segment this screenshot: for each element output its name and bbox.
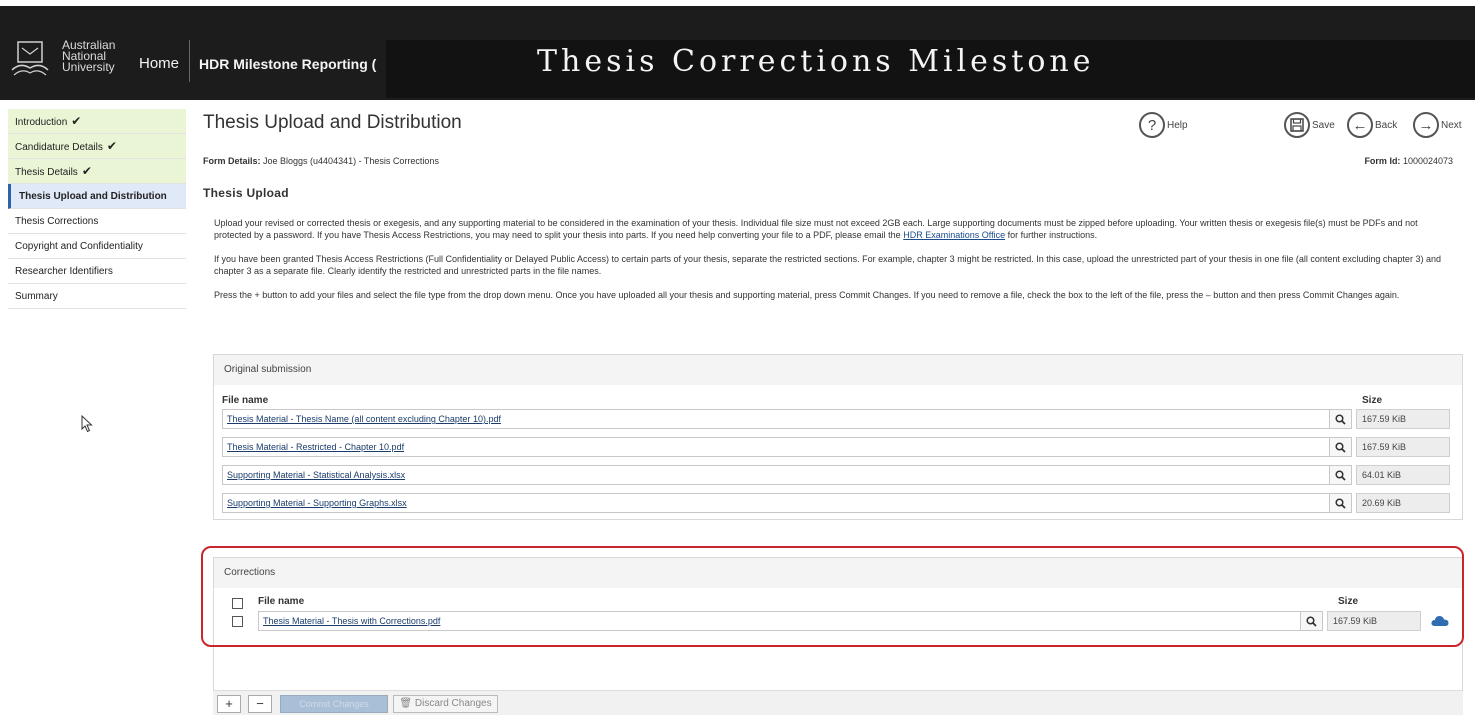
sidebar-item-researcher-identifiers[interactable]: Researcher Identifiers <box>8 259 186 284</box>
sidebar-item-label: Introduction <box>15 117 68 128</box>
sidebar-item-introduction[interactable]: Introduction ✔ <box>8 109 186 134</box>
arrow-left-icon: ← <box>1347 112 1373 138</box>
original-submission-heading: Original submission <box>214 355 1462 385</box>
instructions-paragraph-1: Upload your revised or corrected thesis … <box>214 217 1454 241</box>
panel-heading-text: Original submission <box>224 364 312 375</box>
remove-file-button[interactable]: − <box>248 695 272 713</box>
nav-home-link[interactable]: Home <box>139 55 179 72</box>
para1-text-end: for further instructions. <box>1005 230 1098 240</box>
sidebar-item-summary[interactable]: Summary <box>8 284 186 309</box>
file-size-field: 20.69 KiB <box>1356 493 1450 513</box>
page: Australian National University Home HDR … <box>0 0 1475 715</box>
commit-changes-label: Commit Changes <box>299 699 369 709</box>
sidebar-item-thesis-details[interactable]: Thesis Details ✔ <box>8 159 186 184</box>
mouse-pointer-icon <box>81 415 93 433</box>
original-submission-panel: Original submission File name Size Thesi… <box>213 354 1463 520</box>
sidebar-item-label: Thesis Upload and Distribution <box>19 191 167 202</box>
form-id-label: Form Id: <box>1364 156 1401 166</box>
help-button[interactable]: ? Help <box>1139 110 1188 140</box>
discard-changes-label: Discard Changes <box>414 698 492 709</box>
file-size-field: 64.01 KiB <box>1356 465 1450 485</box>
checkmark-icon: ✔ <box>106 139 117 153</box>
sidebar-item-candidature-details[interactable]: Candidature Details ✔ <box>8 134 186 159</box>
back-button[interactable]: ← Back <box>1347 110 1397 140</box>
logo-line: University <box>62 60 115 74</box>
sidebar-item-label: Copyright and Confidentiality <box>15 241 143 252</box>
file-name-field[interactable]: Thesis Material - Restricted - Chapter 1… <box>222 437 1330 457</box>
file-name-column-header: File name <box>222 395 269 406</box>
instructions-paragraph-3: Press the + button to add your files and… <box>214 290 1400 300</box>
next-label: Next <box>1441 119 1462 131</box>
corrections-highlight <box>201 546 1464 647</box>
magnifier-icon <box>1335 469 1346 481</box>
next-button[interactable]: → Next <box>1413 110 1462 140</box>
file-row: Thesis Material - Thesis Name (all conte… <box>222 409 1450 429</box>
sidebar-item-label: Candidature Details <box>15 142 103 153</box>
instructions-paragraph-2: If you have been granted Thesis Access R… <box>214 254 1441 276</box>
page-banner-title: Thesis Corrections Milestone <box>537 44 1095 79</box>
nav-divider <box>189 40 190 82</box>
view-file-button[interactable] <box>1330 465 1352 485</box>
file-name-field[interactable]: Supporting Material - Statistical Analys… <box>222 465 1330 485</box>
nav-hdr-milestone-link[interactable]: HDR Milestone Reporting ( <box>199 56 376 72</box>
commit-changes-button[interactable]: Commit Changes <box>280 695 388 713</box>
trash-icon: 🗑 <box>399 698 413 709</box>
form-id-value: 1000024073 <box>1400 156 1453 166</box>
view-file-button[interactable] <box>1330 437 1352 457</box>
university-logo[interactable]: Australian National University <box>10 38 120 88</box>
view-file-button[interactable] <box>1330 409 1352 429</box>
sidebar-item-thesis-corrections[interactable]: Thesis Corrections <box>8 209 186 234</box>
file-row: Supporting Material - Supporting Graphs.… <box>222 493 1450 513</box>
sidebar-item-label: Thesis Details <box>15 167 78 178</box>
sidebar-nav: Introduction ✔ Candidature Details ✔ Thesi… <box>8 109 186 309</box>
form-id: Form Id: 1000024073 <box>1364 156 1453 166</box>
discard-changes-button[interactable]: 🗑 Discard Changes <box>393 695 498 713</box>
crest-icon <box>11 41 49 76</box>
magnifier-icon <box>1335 441 1346 453</box>
arrow-right-icon: → <box>1413 112 1439 138</box>
form-details: Form Details: Joe Bloggs (u4404341) - Th… <box>203 156 439 166</box>
file-row: Supporting Material - Statistical Analys… <box>222 465 1450 485</box>
bottom-toolbar: + − Commit Changes 🗑 Discard Changes <box>213 690 1463 715</box>
sidebar-item-label: Summary <box>15 291 58 302</box>
view-file-button[interactable] <box>1330 493 1352 513</box>
section-title: Thesis Upload <box>203 186 289 200</box>
magnifier-icon <box>1335 413 1346 425</box>
back-label: Back <box>1375 119 1398 131</box>
file-size-field: 167.59 KiB <box>1356 437 1450 457</box>
sidebar-item-copyright[interactable]: Copyright and Confidentiality <box>8 234 186 259</box>
sidebar-item-thesis-upload[interactable]: Thesis Upload and Distribution <box>8 184 186 209</box>
sidebar-item-label: Researcher Identifiers <box>15 266 113 277</box>
file-size-field: 167.59 KiB <box>1356 409 1450 429</box>
hdr-examinations-office-link[interactable]: HDR Examinations Office <box>903 230 1005 240</box>
sidebar-item-label: Thesis Corrections <box>15 216 99 227</box>
size-column-header: Size <box>1362 395 1383 406</box>
checkmark-icon: ✔ <box>81 164 92 178</box>
logo-text: Australian National University <box>62 39 115 74</box>
form-details-label: Form Details: <box>203 156 261 166</box>
save-button[interactable]: Save <box>1284 110 1335 140</box>
checkmark-icon: ✔ <box>71 114 82 128</box>
form-details-value: Joe Bloggs (u4404341) - Thesis Correctio… <box>260 156 439 166</box>
save-label: Save <box>1312 119 1335 131</box>
page-title: Thesis Upload and Distribution <box>203 112 462 133</box>
file-name-field[interactable]: Supporting Material - Supporting Graphs.… <box>222 493 1330 513</box>
file-name-field[interactable]: Thesis Material - Thesis Name (all conte… <box>222 409 1330 429</box>
add-file-button[interactable]: + <box>217 695 241 713</box>
magnifier-icon <box>1335 497 1346 509</box>
para1-text: Upload your revised or corrected thesis … <box>214 218 1418 240</box>
help-icon: ? <box>1139 112 1165 138</box>
file-row: Thesis Material - Restricted - Chapter 1… <box>222 437 1450 457</box>
help-label: Help <box>1167 119 1188 131</box>
save-icon <box>1284 112 1310 138</box>
